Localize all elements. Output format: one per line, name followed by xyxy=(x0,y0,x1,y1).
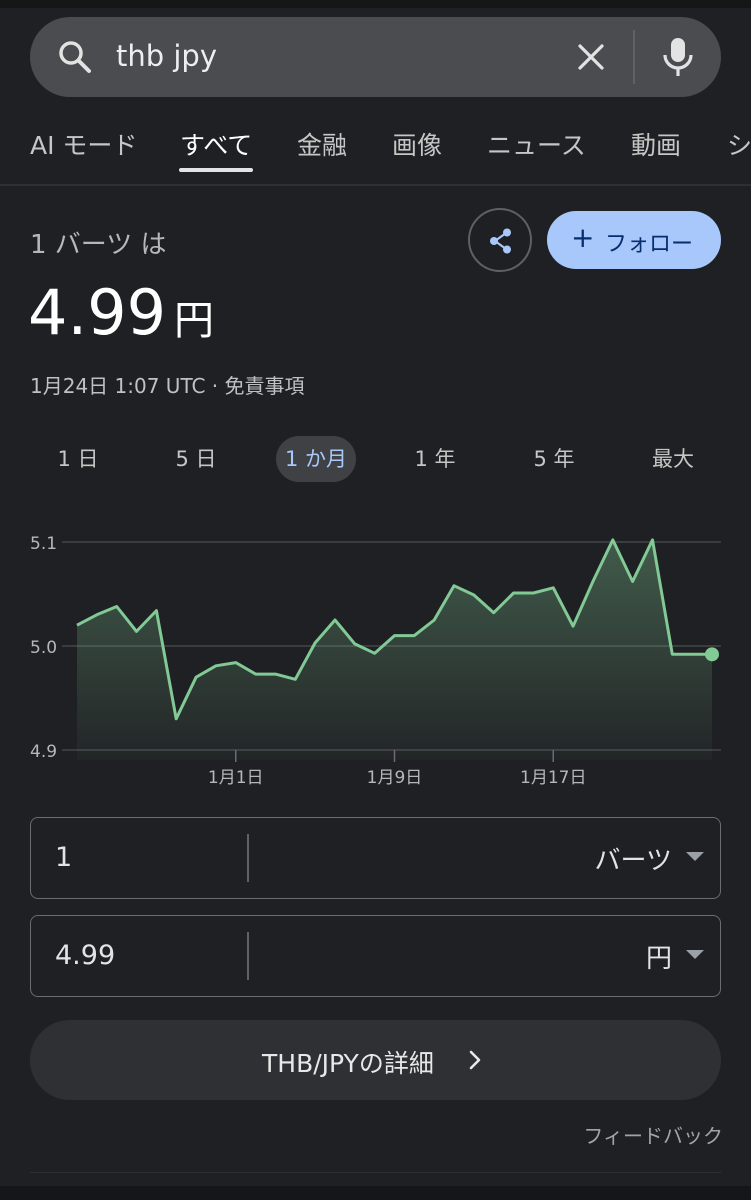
exchange-rate: 4.99 円 xyxy=(28,276,214,349)
y-tick-label: 4.9 xyxy=(30,742,57,762)
from-currency-row: 1 バーツ xyxy=(30,817,721,899)
tabs-divider xyxy=(0,184,751,186)
tab-finance[interactable]: 金融 xyxy=(297,126,347,162)
tab-all[interactable]: すべて xyxy=(180,126,252,162)
x-tick-label: 1月9日 xyxy=(367,768,423,788)
search-bar[interactable]: thb jpy xyxy=(30,17,721,97)
rate-value: 4.99 xyxy=(28,276,167,349)
from-currency-select[interactable]: バーツ xyxy=(595,840,672,877)
details-button[interactable]: THB/JPYの詳細 xyxy=(30,1020,721,1100)
range-1d[interactable]: 1 日 xyxy=(40,436,116,482)
dropdown-arrow-icon[interactable] xyxy=(686,852,704,861)
conversion-subtitle: 1 バーツ は xyxy=(30,230,167,260)
y-tick-label: 5.0 xyxy=(30,638,57,658)
y-tick-label: 5.1 xyxy=(30,534,57,554)
chevron-right-icon xyxy=(469,1050,481,1070)
from-amount-input[interactable]: 1 xyxy=(55,842,72,873)
time-range-selector: 1 日 5 日 1 か月 1 年 5 年 最大 xyxy=(0,436,751,486)
to-amount-input[interactable]: 4.99 xyxy=(55,940,115,971)
search-icon xyxy=(59,41,91,73)
feedback-link[interactable]: フィードバック xyxy=(583,1120,723,1149)
tab-more[interactable]: シ xyxy=(727,126,751,162)
exchange-rate-chart[interactable]: 5.1 5.0 4.9 1月1日 1月9日 1月17日 xyxy=(0,520,751,800)
bottom-strip xyxy=(0,1186,751,1200)
range-1y[interactable]: 1 年 xyxy=(397,436,473,482)
tab-images[interactable]: 画像 xyxy=(392,126,442,162)
share-icon xyxy=(490,228,511,254)
active-tab-indicator xyxy=(179,168,253,172)
close-icon[interactable] xyxy=(571,37,611,77)
search-divider xyxy=(633,30,635,84)
to-currency-select[interactable]: 円 xyxy=(646,938,672,975)
status-strip xyxy=(0,0,751,8)
range-5y[interactable]: 5 年 xyxy=(516,436,592,482)
microphone-icon[interactable] xyxy=(658,35,698,79)
area-fill xyxy=(77,539,712,760)
follow-button[interactable]: + フォロー xyxy=(547,211,721,269)
to-currency-row: 4.99 円 xyxy=(30,915,721,997)
current-value-point xyxy=(705,647,719,662)
range-1m[interactable]: 1 か月 xyxy=(276,436,356,482)
search-query[interactable]: thb jpy xyxy=(116,39,217,73)
search-results-page: thb jpy AI モード すべて 金融 画像 ニュース 動画 シ 1 バーツ… xyxy=(0,0,751,1200)
x-tick-label: 1月1日 xyxy=(208,768,264,788)
range-5d[interactable]: 5 日 xyxy=(158,436,234,482)
details-label: THB/JPYの詳細 xyxy=(262,1049,434,1078)
field-divider xyxy=(247,932,249,980)
field-divider xyxy=(247,834,249,882)
footer-divider xyxy=(30,1172,721,1173)
search-tabs: AI モード すべて 金融 画像 ニュース 動画 シ xyxy=(0,118,751,184)
tab-ai-mode[interactable]: AI モード xyxy=(30,126,137,162)
share-button[interactable] xyxy=(468,208,532,272)
rate-unit: 円 xyxy=(174,298,215,344)
rate-timestamp[interactable]: 1月24日 1:07 UTC · 免責事項 xyxy=(30,370,305,399)
tab-videos[interactable]: 動画 xyxy=(631,126,681,162)
follow-label: フォロー xyxy=(605,232,694,257)
x-tick-label: 1月17日 xyxy=(520,768,586,788)
plus-icon: + xyxy=(571,221,595,254)
dropdown-arrow-icon[interactable] xyxy=(686,950,704,959)
tab-news[interactable]: ニュース xyxy=(487,126,586,162)
range-max[interactable]: 最大 xyxy=(635,436,711,482)
